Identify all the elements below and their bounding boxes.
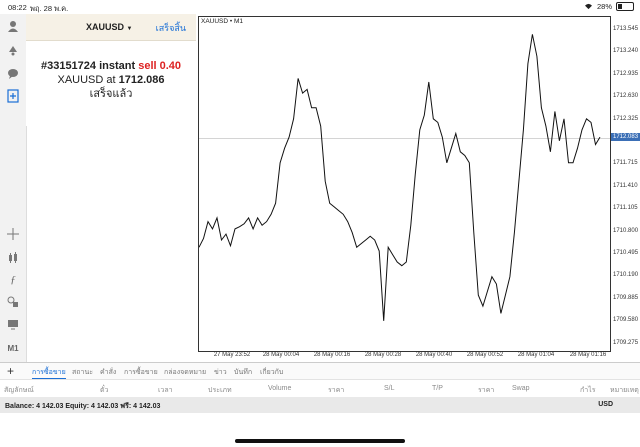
- bottom-tab-bar: + การซื้อขาย สถานะ คำสั่ง การซื้อขาย กล่…: [0, 362, 640, 379]
- y-tick-label: 1711.105: [613, 205, 638, 212]
- x-tick-label: 28 May 00:16: [313, 352, 351, 358]
- tab-about[interactable]: เกี่ยวกับ: [260, 367, 283, 378]
- y-tick-label: 1713.240: [613, 48, 639, 55]
- x-tick-label: 28 May 00:04: [262, 352, 300, 358]
- crosshair-icon[interactable]: [5, 226, 21, 242]
- quotes-icon[interactable]: [5, 42, 21, 58]
- add-icon[interactable]: +: [7, 364, 14, 378]
- col-time[interactable]: เวลา: [158, 385, 173, 396]
- indicators-icon[interactable]: ƒ: [5, 272, 21, 288]
- price-series-line: [199, 34, 601, 321]
- col-price-current[interactable]: ราคา: [478, 385, 494, 396]
- current-price-badge: 1712.083: [611, 133, 640, 142]
- col-volume[interactable]: Volume: [268, 385, 291, 392]
- y-tick-label: 1711.410: [613, 182, 638, 189]
- tab-history[interactable]: การซื้อขาย: [124, 367, 158, 378]
- y-tick-label: 1710.800: [613, 227, 639, 234]
- ticket-number: #33151724 instant: [40, 60, 136, 72]
- chart-svg: [199, 34, 610, 321]
- time-axis: 27 May 23:52 28 May 00:04 28 May 00:16 28 M…: [197, 352, 609, 362]
- templates-icon[interactable]: [5, 316, 21, 332]
- account-currency: USD: [598, 401, 613, 408]
- order-action: sell 0.40: [138, 60, 182, 72]
- battery-icon: [616, 2, 634, 11]
- account-balance-bar: Balance: 4 142.03 Equity: 4 142.03 ฟรี: …: [0, 397, 640, 413]
- col-comment[interactable]: หมายเหตุ: [610, 385, 639, 396]
- tab-mailbox[interactable]: กล่องจดหมาย: [164, 367, 206, 378]
- status-time: 08:22: [8, 3, 27, 12]
- col-swap[interactable]: Swap: [512, 385, 530, 392]
- chart-plot-area[interactable]: XAUUSD • M1: [198, 16, 611, 352]
- tab-news[interactable]: ข่าว: [214, 367, 227, 378]
- order-status: เสร็จแล้ว: [89, 88, 133, 100]
- account-icon[interactable]: [5, 18, 21, 34]
- y-tick-label: 1713.545: [613, 26, 639, 32]
- col-price[interactable]: ราคา: [328, 385, 344, 396]
- col-ticket[interactable]: ตั๋ว: [100, 385, 108, 396]
- x-tick-label: 28 May 00:40: [415, 352, 453, 358]
- status-indicators: 28%: [584, 2, 634, 11]
- y-tick-label: 1712.325: [613, 115, 639, 122]
- left-toolbar: ƒ M1: [0, 14, 27, 362]
- price-axis: 1713.545 1713.240 1712.935 1712.630 1712.325…: [611, 14, 640, 362]
- wifi-icon: [584, 3, 592, 10]
- order-summary-line: #33151724 instant sell 0.40: [26, 59, 196, 73]
- tab-journal[interactable]: บันทึก: [234, 367, 252, 378]
- price-chart[interactable]: XAUUSD • M1 1713.545 1713.240 1712.935 1712…: [197, 14, 640, 362]
- chart-title: XAUUSD • M1: [201, 18, 244, 25]
- y-tick-label: 1710.495: [613, 250, 639, 257]
- x-tick-label: 28 May 01:16: [569, 352, 607, 358]
- status-bar: 08:22 พฤ. 28 พ.ค. 28%: [0, 0, 640, 14]
- col-profit[interactable]: กำไร: [580, 385, 595, 396]
- x-tick-label: 28 May 01:04: [517, 352, 555, 358]
- y-tick-label: 1709.580: [613, 317, 639, 324]
- new-order-icon[interactable]: [5, 88, 21, 104]
- col-sl[interactable]: S/L: [384, 385, 395, 392]
- order-price-line: XAUUSD at 1712.086: [26, 73, 196, 87]
- order-panel-header: XAUUSD ▼ เสร็จสิ้น: [26, 14, 196, 41]
- order-result-panel: XAUUSD ▼ เสร็จสิ้น #33151724 instant sel…: [26, 14, 196, 126]
- order-result: #33151724 instant sell 0.40 XAUUSD at 17…: [26, 59, 196, 101]
- battery-percent: 28%: [596, 2, 612, 11]
- y-tick-label: 1712.935: [613, 70, 639, 77]
- y-tick-label: 1711.715: [613, 160, 638, 167]
- x-tick-label: 28 May 00:52: [466, 352, 504, 358]
- done-button[interactable]: เสร็จสิ้น: [156, 21, 186, 35]
- symbol-selector[interactable]: XAUUSD ▼: [86, 22, 132, 32]
- candles-icon[interactable]: [5, 250, 21, 266]
- y-tick-label: 1709.885: [613, 294, 639, 301]
- y-tick-label: 1712.630: [613, 93, 639, 100]
- trade-table-header: สัญลักษณ์ ตั๋ว เวลา ประเภท Volume ราคา S…: [0, 379, 640, 397]
- price-prefix: XAUUSD at: [57, 74, 116, 86]
- y-tick-label: 1710.190: [613, 272, 639, 279]
- tab-orders[interactable]: คำสั่ง: [100, 367, 116, 378]
- objects-icon[interactable]: [5, 294, 21, 310]
- balance-text: Balance: 4 142.03 Equity: 4 142.03 ฟรี: …: [5, 403, 161, 410]
- chat-icon[interactable]: [5, 66, 21, 82]
- tab-trade[interactable]: การซื้อขาย: [32, 367, 66, 379]
- order-price: 1712.086: [118, 74, 165, 86]
- y-tick-label: 1709.275: [613, 339, 639, 346]
- timeframe-icon[interactable]: M1: [5, 340, 21, 356]
- tab-positions[interactable]: สถานะ: [72, 367, 93, 378]
- x-tick-label: 27 May 23:52: [213, 352, 251, 358]
- col-tp[interactable]: T/P: [432, 385, 443, 392]
- x-tick-label: 28 May 00:28: [364, 352, 402, 358]
- chevron-down-icon: ▼: [126, 26, 133, 32]
- col-type[interactable]: ประเภท: [208, 385, 232, 396]
- col-symbol[interactable]: สัญลักษณ์: [4, 385, 34, 396]
- home-indicator[interactable]: [235, 439, 405, 443]
